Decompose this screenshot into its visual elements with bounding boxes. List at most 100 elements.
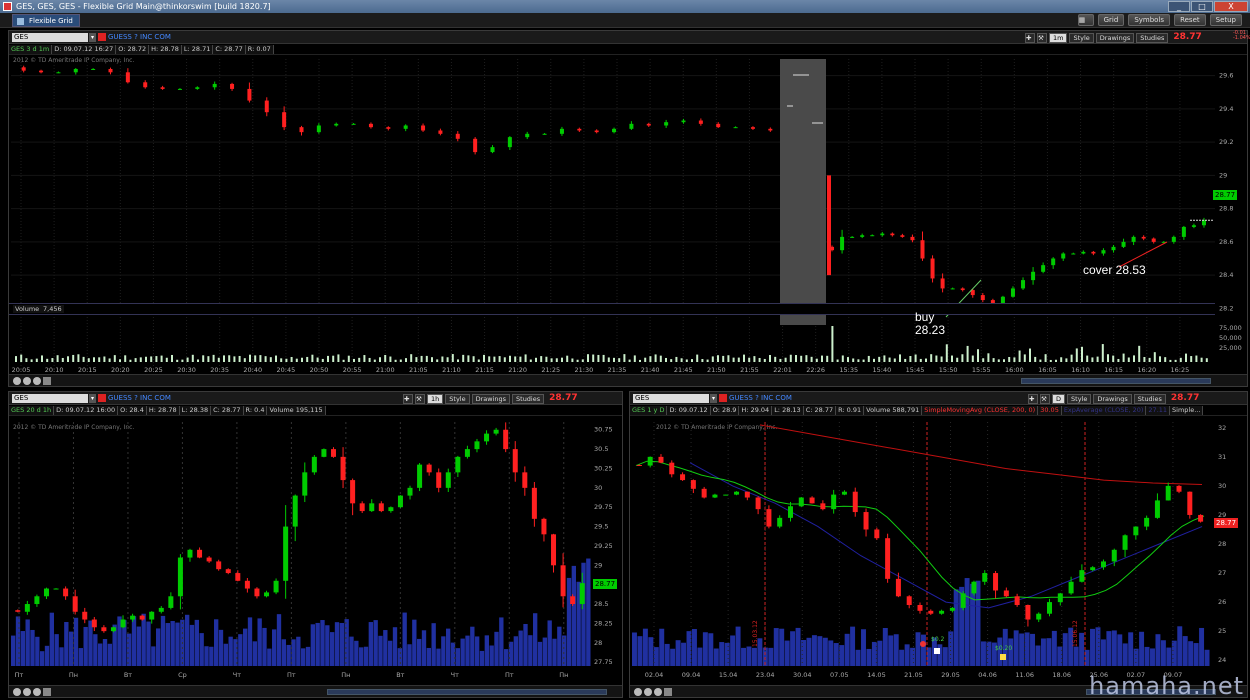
volume-bar	[212, 354, 215, 362]
zoom-icon[interactable]	[634, 688, 642, 696]
crosshair-icon[interactable]: ✚	[1028, 393, 1038, 404]
style-button[interactable]: Style	[1067, 393, 1092, 404]
close-button[interactable]: X	[1214, 1, 1248, 12]
x-tick-label: 16:10	[1071, 366, 1090, 374]
zoom-out-icon[interactable]	[644, 688, 652, 696]
volume-bar	[784, 640, 790, 666]
chart-info-bar: GES 20 d 1h D: 09.07.12 16:00 O: 28.4 H:…	[9, 406, 622, 416]
wrench-icon[interactable]: ⚒	[1037, 32, 1047, 43]
info-close: C: 28.77	[213, 45, 246, 54]
volume-bar	[708, 633, 714, 666]
cursor-icon[interactable]	[43, 688, 51, 696]
crosshair-icon[interactable]: ✚	[1025, 32, 1035, 43]
x-tick-label: 16:15	[1104, 366, 1123, 374]
symbol-dropdown-icon[interactable]: ▾	[89, 394, 96, 403]
zoom-out-icon[interactable]	[23, 688, 31, 696]
volume-bar	[519, 356, 522, 362]
right-price-chart[interactable]: 02.04 09.04 15.04 23.04 30.04 07.05 14.05 21.05…	[630, 416, 1249, 686]
symbols-button[interactable]: Symbols	[1128, 14, 1171, 26]
volume-bar	[743, 354, 745, 362]
volume-bar	[839, 645, 845, 666]
studies-button[interactable]: Studies	[1133, 393, 1166, 404]
volume-bar	[529, 359, 532, 362]
symbol-dropdown-icon[interactable]: ▾	[710, 394, 717, 403]
candle	[1111, 549, 1117, 562]
volume-bar	[436, 648, 441, 666]
x-tick-label: 20:55	[343, 366, 362, 374]
volume-bar	[1086, 355, 1089, 362]
symbol-dropdown-icon[interactable]: ▾	[89, 33, 96, 42]
minimize-button[interactable]: _	[1168, 1, 1190, 12]
candle	[311, 456, 317, 473]
tab-flexible-grid[interactable]: Flexible Grid	[12, 14, 80, 27]
volume-bar	[940, 356, 943, 362]
volume-bar	[1008, 638, 1014, 666]
top-price-chart[interactable]: 20:05 20:10 20:15 20:20 20:25 20:30 20:35 20:40…	[9, 55, 1249, 377]
style-button[interactable]: Style	[445, 393, 470, 404]
wrench-icon[interactable]: ⚒	[1040, 393, 1050, 404]
volume-bar	[639, 359, 641, 362]
zoom-icon[interactable]	[13, 377, 21, 385]
volume-bar	[550, 358, 553, 362]
drawings-button[interactable]: Drawings	[471, 393, 511, 404]
volume-bar	[306, 356, 309, 362]
aggregation-button[interactable]: 1m	[1049, 32, 1068, 43]
candle	[273, 580, 279, 593]
setup-button[interactable]: Setup	[1209, 14, 1242, 26]
volume-bar	[285, 358, 288, 362]
volume-bar	[1160, 640, 1166, 666]
volume-bar	[691, 359, 693, 362]
reset-button[interactable]: Reset	[1174, 14, 1206, 26]
style-button[interactable]: Style	[1069, 32, 1094, 43]
candle	[316, 125, 321, 133]
symbol-input[interactable]: GES	[12, 394, 88, 403]
studies-button[interactable]: Studies	[512, 393, 545, 404]
cursor-icon[interactable]	[664, 688, 672, 696]
zoom-out-icon[interactable]	[23, 377, 31, 385]
x-tick-label: 15:45	[906, 366, 925, 374]
maximize-button[interactable]: □	[1191, 1, 1213, 12]
volume-bar	[1013, 630, 1019, 666]
candle	[880, 233, 885, 236]
wrench-icon[interactable]: ⚒	[415, 393, 425, 404]
drawings-button[interactable]: Drawings	[1095, 32, 1135, 43]
candle	[474, 441, 480, 450]
zoom-in-icon[interactable]	[33, 377, 41, 385]
zoom-in-icon[interactable]	[654, 688, 662, 696]
symbol-input[interactable]: GES	[12, 33, 88, 42]
volume-bar	[811, 635, 817, 666]
volume-bar	[866, 648, 872, 666]
link-icon[interactable]	[719, 394, 727, 402]
zoom-in-icon[interactable]	[33, 688, 41, 696]
drawings-button[interactable]: Drawings	[1093, 393, 1132, 404]
volume-bar	[337, 354, 340, 362]
time-scrollbar[interactable]	[327, 689, 607, 695]
volume-bar	[407, 644, 412, 666]
info-more[interactable]: Simple...	[1170, 406, 1204, 415]
volume-value: 7,456	[41, 305, 64, 313]
volume-bar	[455, 648, 460, 666]
aggregation-button[interactable]: D	[1052, 393, 1066, 404]
crosshair-icon[interactable]: ✚	[403, 393, 413, 404]
aggregation-button[interactable]: 1h	[427, 393, 444, 404]
cursor-icon[interactable]	[43, 377, 51, 385]
candle	[299, 127, 304, 133]
grid-button[interactable]: Grid	[1097, 14, 1125, 26]
link-icon[interactable]	[98, 33, 106, 41]
volume-bar	[1051, 630, 1057, 666]
x-tick-label: 15.04	[719, 671, 738, 679]
studies-button[interactable]: Studies	[1136, 32, 1169, 43]
zoom-icon[interactable]	[13, 688, 21, 696]
link-icon[interactable]	[98, 394, 106, 402]
left-price-chart[interactable]: Пт Пн Вт Ср Чт Пт Пн Вт Чт Пт Пн 27.75 28 28.25 28.5 28…	[9, 416, 624, 686]
candle	[455, 456, 461, 473]
time-scrollbar[interactable]	[1021, 378, 1211, 384]
volume-bar	[332, 355, 335, 362]
y-tick-label: 29.25	[594, 542, 613, 550]
layout-icon[interactable]: ▦	[1077, 14, 1094, 26]
candle	[1071, 253, 1076, 255]
x-tick-label: 07.05	[830, 671, 849, 679]
volume-bar	[146, 621, 151, 666]
symbol-input[interactable]: GES	[633, 394, 709, 403]
volume-bar	[98, 643, 103, 666]
